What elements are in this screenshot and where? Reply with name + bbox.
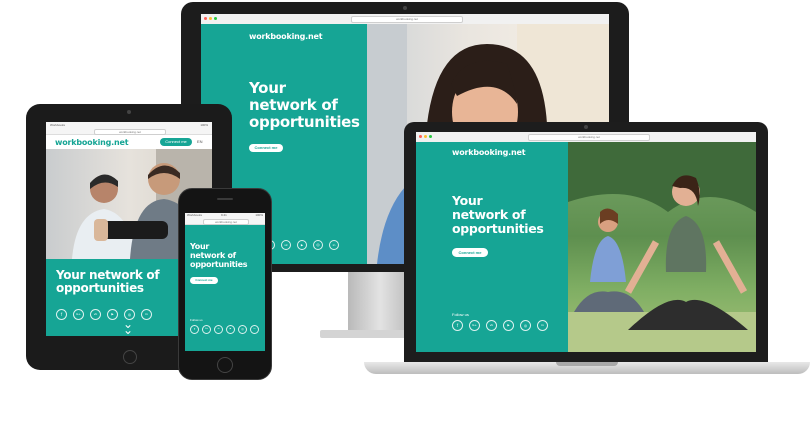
phone: Workbooks 9:41 100% workbooking.net Your… bbox=[178, 188, 272, 380]
facebook-icon[interactable]: f bbox=[56, 309, 67, 320]
laptop-hero-photo bbox=[568, 142, 756, 352]
laptop: workbooking.net workbooking.net Your net… bbox=[404, 122, 768, 362]
desktop-url-bar[interactable]: workbooking.net bbox=[351, 16, 463, 23]
close-window-icon[interactable] bbox=[419, 135, 422, 138]
instagram-icon[interactable]: ◎ bbox=[238, 325, 247, 334]
laptop-screen: workbooking.net workbooking.net Your net… bbox=[416, 132, 756, 352]
tablet-headline-line-2: network of bbox=[88, 268, 160, 282]
google-plus-icon[interactable]: G+ bbox=[73, 309, 84, 320]
tablet-nav-connect-button[interactable]: Connect me bbox=[160, 138, 192, 146]
youtube-icon[interactable]: ▶ bbox=[297, 240, 307, 250]
laptop-camera bbox=[584, 125, 588, 129]
vk-icon[interactable]: vk bbox=[90, 309, 101, 320]
vk-icon[interactable]: vk bbox=[486, 320, 497, 331]
phone-carrier: Workbooks bbox=[187, 213, 202, 217]
laptop-social-row: f G+ vk ▶ ◎ in bbox=[452, 320, 548, 331]
phone-battery: 100% bbox=[255, 213, 263, 217]
maximize-window-icon[interactable] bbox=[214, 17, 217, 20]
tablet-home-button[interactable] bbox=[123, 350, 137, 364]
tablet-battery: 100% bbox=[200, 123, 208, 127]
close-window-icon[interactable] bbox=[204, 17, 207, 20]
tablet-camera bbox=[127, 110, 131, 114]
google-plus-icon[interactable]: G+ bbox=[469, 320, 480, 331]
laptop-headline-line-2: network of bbox=[452, 207, 526, 222]
phone-home-button[interactable] bbox=[217, 357, 233, 373]
tablet-logo[interactable]: workbooking.net bbox=[55, 138, 129, 147]
youtube-icon[interactable]: ▶ bbox=[226, 325, 235, 334]
phone-follow-label: Follow us bbox=[190, 318, 203, 322]
tablet-nav: workbooking.net Connect me EN bbox=[46, 135, 212, 149]
desktop-headline-line-2: network of bbox=[249, 95, 338, 114]
desktop-headline: Your network of opportunities bbox=[249, 80, 360, 130]
phone-social-row: f G+ vk ▶ ◎ in bbox=[190, 325, 259, 334]
google-plus-icon[interactable]: G+ bbox=[202, 325, 211, 334]
desktop-camera bbox=[403, 6, 407, 10]
phone-headline-line-3: opportunities bbox=[190, 259, 248, 269]
laptop-headline: Your network of opportunities bbox=[452, 194, 544, 236]
laptop-connect-button[interactable]: Connect me bbox=[452, 248, 488, 257]
laptop-url-bar[interactable]: workbooking.net bbox=[528, 134, 650, 141]
youtube-icon[interactable]: ▶ bbox=[107, 309, 118, 320]
laptop-logo[interactable]: workbooking.net bbox=[452, 148, 526, 157]
linkedin-icon[interactable]: in bbox=[537, 320, 548, 331]
linkedin-icon[interactable]: in bbox=[141, 309, 152, 320]
maximize-window-icon[interactable] bbox=[429, 135, 432, 138]
tablet-browser-bar: workbooking.net bbox=[46, 128, 212, 135]
linkedin-icon[interactable]: in bbox=[329, 240, 339, 250]
laptop-headline-line-3: opportunities bbox=[452, 221, 544, 236]
phone-browser-bar: workbooking.net bbox=[185, 218, 265, 225]
desktop-stand bbox=[348, 272, 412, 334]
laptop-headline-line-1: Your bbox=[452, 193, 483, 208]
phone-screen: Workbooks 9:41 100% workbooking.net Your… bbox=[185, 213, 265, 351]
linkedin-icon[interactable]: in bbox=[250, 325, 259, 334]
phone-connect-button[interactable]: Connect me bbox=[190, 277, 218, 284]
tablet-carrier: Workbooks bbox=[50, 123, 65, 127]
desktop-headline-line-3: opportunities bbox=[249, 112, 360, 131]
minimize-window-icon[interactable] bbox=[424, 135, 427, 138]
facebook-icon[interactable]: f bbox=[190, 325, 199, 334]
vk-icon[interactable]: vk bbox=[281, 240, 291, 250]
minimize-window-icon[interactable] bbox=[209, 17, 212, 20]
facebook-icon[interactable]: f bbox=[452, 320, 463, 331]
youtube-icon[interactable]: ▶ bbox=[503, 320, 514, 331]
laptop-follow-label: Follow us bbox=[452, 312, 469, 317]
desktop-connect-button[interactable]: Connect me bbox=[249, 144, 283, 152]
yoga-photo-illustration bbox=[568, 142, 756, 352]
desktop-headline-line-1: Your bbox=[249, 79, 286, 97]
laptop-notch bbox=[556, 362, 618, 366]
laptop-hero-panel: workbooking.net Your network of opportun… bbox=[416, 142, 568, 352]
phone-speaker bbox=[217, 198, 233, 200]
phone-headline: Your network of opportunities bbox=[190, 242, 248, 270]
vk-icon[interactable]: vk bbox=[214, 325, 223, 334]
tablet-headline-line-1: Your bbox=[56, 268, 86, 282]
phone-hero-panel: Your network of opportunities Connect me… bbox=[185, 225, 265, 351]
phone-time: 9:41 bbox=[221, 213, 227, 217]
tablet-lang-switch[interactable]: EN bbox=[197, 139, 203, 144]
scroll-down-chevron-icon[interactable]: ⌄ ⌄ bbox=[118, 318, 138, 336]
instagram-icon[interactable]: ◎ bbox=[313, 240, 323, 250]
instagram-icon[interactable]: ◎ bbox=[520, 320, 531, 331]
tablet-social-row: f G+ vk ▶ ◎ in bbox=[56, 309, 152, 320]
desktop-logo[interactable]: workbooking.net bbox=[249, 32, 323, 41]
